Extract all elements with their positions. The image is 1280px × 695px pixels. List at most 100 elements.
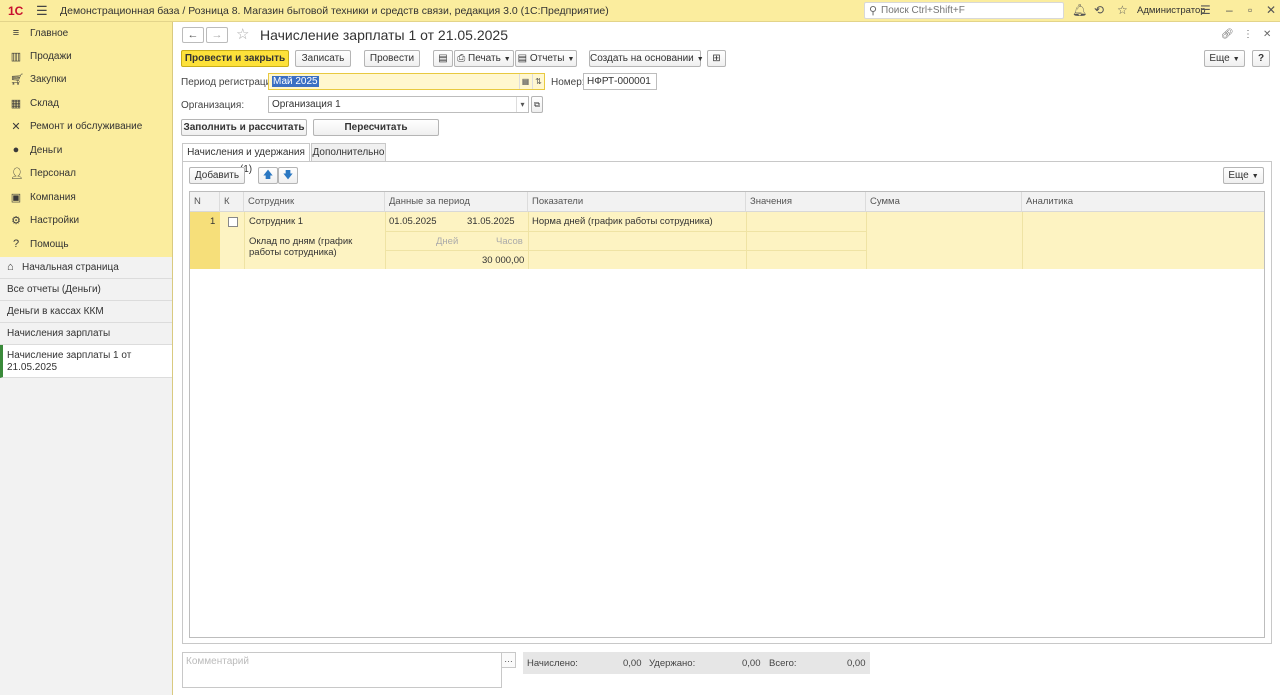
user-name[interactable]: Администратор <box>1137 5 1206 16</box>
sidebar-item-warehouse[interactable]: ▦ Склад <box>0 92 172 115</box>
open-window-label: Начисления зарплаты <box>7 328 111 339</box>
col-header-period-data[interactable]: Данные за период <box>385 192 528 212</box>
sidebar-item-purchases[interactable]: 🛒︎ Закупки <box>0 68 172 91</box>
create-based-on-button[interactable]: Создать на основании ▼ <box>589 50 704 67</box>
open-window-salary-list[interactable]: Начисления зарплаты <box>0 323 172 345</box>
menu-icon: ≡ <box>12 27 20 39</box>
sidebar-item-settings[interactable]: ⚙ Настройки <box>0 209 172 232</box>
period-field[interactable]: Май 2025 ▦ ⇅ <box>268 73 545 90</box>
history-icon[interactable]: ⟲ <box>1094 3 1104 17</box>
close-form-icon[interactable]: ✕ <box>1263 29 1271 40</box>
date-to-cell[interactable]: 31.05.2025 <box>467 216 515 227</box>
more-label: Еще <box>1209 53 1230 64</box>
sidebar-item-label: Деньги <box>30 145 63 156</box>
sidebar-item-sales[interactable]: ▥ Продажи <box>0 45 172 68</box>
favorites-icon[interactable]: ☆ <box>1117 3 1128 17</box>
sidebar-item-label: Ремонт и обслуживание <box>30 121 143 132</box>
forward-button[interactable]: → <box>206 27 228 43</box>
table-row[interactable]: 1 Сотрудник 1 Оклад по дням (график рабо… <box>190 212 1264 269</box>
bell-icon[interactable]: 🔔︎ <box>1072 3 1087 17</box>
reports-label: Отчеты <box>529 53 565 64</box>
close-icon[interactable]: ✕ <box>1266 3 1276 17</box>
col-header-values[interactable]: Значения <box>746 192 866 212</box>
organization-field[interactable]: Организация 1 ▾ <box>268 96 529 113</box>
main-menu-icon[interactable]: ☰ <box>36 3 48 19</box>
col-header-indicators[interactable]: Показатели <box>528 192 746 212</box>
global-search[interactable]: ⚲ <box>864 2 1064 19</box>
open-window-label: Все отчеты (Деньги) <box>7 284 101 295</box>
open-organization-icon[interactable]: ⧉ <box>531 96 543 113</box>
open-window-label: Деньги в кассах ККМ <box>7 306 104 317</box>
save-button[interactable]: Записать <box>295 50 351 67</box>
comment-expand-button[interactable]: … <box>501 652 516 668</box>
open-window-cash-kkm[interactable]: Деньги в кассах ККМ <box>0 301 172 323</box>
post-button[interactable]: Провести <box>364 50 420 67</box>
sidebar-item-label: Закупки <box>30 74 67 85</box>
purchases-icon: 🛒︎ <box>10 74 24 86</box>
col-header-k[interactable]: К <box>220 192 244 212</box>
open-window-label: Начисление зарплаты 1 от 21.05.2025 <box>7 350 132 373</box>
move-down-icon[interactable]: 🡇 <box>278 167 298 184</box>
sidebar-item-repair[interactable]: ✕ Ремонт и обслуживание <box>0 115 172 138</box>
dropdown-icon[interactable]: ▾ <box>516 97 528 112</box>
table-more-label: Еще <box>1228 170 1249 181</box>
open-window-current-doc[interactable]: Начисление зарплаты 1 от 21.05.2025 <box>0 345 172 378</box>
favorite-star-icon[interactable]: ☆ <box>236 25 249 43</box>
col-header-employee[interactable]: Сотрудник <box>244 192 385 212</box>
table-more-button[interactable]: Еще ▼ <box>1223 167 1264 184</box>
col-header-amount[interactable]: Сумма <box>866 192 1022 212</box>
more-button[interactable]: Еще ▼ <box>1204 50 1245 67</box>
amount-cell[interactable]: 30 000,00 <box>482 255 524 266</box>
open-window-home[interactable]: ⌂ Начальная страница <box>0 257 172 279</box>
page-title: Начисление зарплаты 1 от 21.05.2025 <box>260 27 508 43</box>
restore-icon[interactable]: ▫ <box>1248 3 1252 17</box>
add-row-button[interactable]: Добавить <box>189 167 245 184</box>
sidebar-item-main[interactable]: ≡ Главное <box>0 22 172 45</box>
back-button[interactable]: ← <box>182 27 204 43</box>
number-field[interactable]: НФРТ-000001 <box>583 73 657 90</box>
sidebar-item-help[interactable]: ? Помощь <box>0 233 172 256</box>
minimize-icon[interactable]: – <box>1226 3 1233 17</box>
row-selection-marker <box>190 212 220 269</box>
employee-cell[interactable]: Сотрудник 1 <box>249 216 303 227</box>
sidebar-item-label: Помощь <box>30 239 69 250</box>
comment-placeholder: Комментарий <box>186 656 249 667</box>
totals-panel: Начислено: 0,00 Удержано: 0,00 Всего: 0,… <box>523 652 870 674</box>
reports-icon: ▤ <box>517 53 530 64</box>
sidebar-item-money[interactable]: ● Деньги <box>0 139 172 162</box>
spin-icon[interactable]: ⇅ <box>532 74 544 89</box>
help-button[interactable]: ? <box>1252 50 1270 67</box>
accruals-table[interactable]: N К Сотрудник Данные за период Показател… <box>189 191 1265 638</box>
repair-icon: ✕ <box>11 121 21 133</box>
print-button[interactable]: ⎙ Печать ▼ <box>454 50 514 67</box>
open-window-all-reports[interactable]: Все отчеты (Деньги) <box>0 279 172 301</box>
tab-additional[interactable]: Дополнительно <box>311 143 386 161</box>
calendar-icon[interactable]: ▦ <box>519 74 531 89</box>
indicator-cell[interactable]: Норма дней (график работы сотрудника) <box>532 216 713 227</box>
grid-line <box>244 212 245 269</box>
reports-button[interactable]: ▤ Отчеты ▼ <box>515 50 577 67</box>
post-and-close-button[interactable]: Провести и закрыть <box>181 50 289 67</box>
col-header-n[interactable]: N <box>190 192 220 212</box>
sidebar-item-personnel[interactable]: 👤︎ Персонал <box>0 162 172 185</box>
more-vert-icon[interactable]: ⋮ <box>1243 29 1253 40</box>
sidebar-item-company[interactable]: ▣ Компания <box>0 186 172 209</box>
row-checkbox[interactable] <box>228 217 238 227</box>
printer-icon: ⎙ <box>457 53 469 64</box>
comment-field[interactable]: Комментарий <box>182 652 502 688</box>
document-journal-icon[interactable]: ▤ <box>433 50 453 67</box>
document-form: ← → ☆ Начисление зарплаты 1 от 21.05.202… <box>174 22 1280 695</box>
sidebar-item-label: Настройки <box>30 215 80 226</box>
accrual-type-cell[interactable]: Оклад по дням (график работы сотрудника) <box>249 236 381 258</box>
search-input[interactable] <box>881 4 1061 17</box>
structure-icon[interactable]: ⊞ <box>707 50 726 67</box>
recalculate-button[interactable]: Пересчитать <box>313 119 439 136</box>
move-up-icon[interactable]: 🡅 <box>258 167 278 184</box>
settings-menu-icon[interactable]: ☰ <box>1200 3 1211 17</box>
col-header-analytics[interactable]: Аналитика <box>1022 192 1264 212</box>
grid-line <box>528 212 529 269</box>
tab-accruals[interactable]: Начисления и удержания (1) <box>182 143 310 175</box>
fill-calculate-button[interactable]: Заполнить и рассчитать <box>181 119 307 136</box>
date-from-cell[interactable]: 01.05.2025 <box>389 216 437 227</box>
link-icon[interactable]: 🔗︎ <box>1221 29 1234 40</box>
